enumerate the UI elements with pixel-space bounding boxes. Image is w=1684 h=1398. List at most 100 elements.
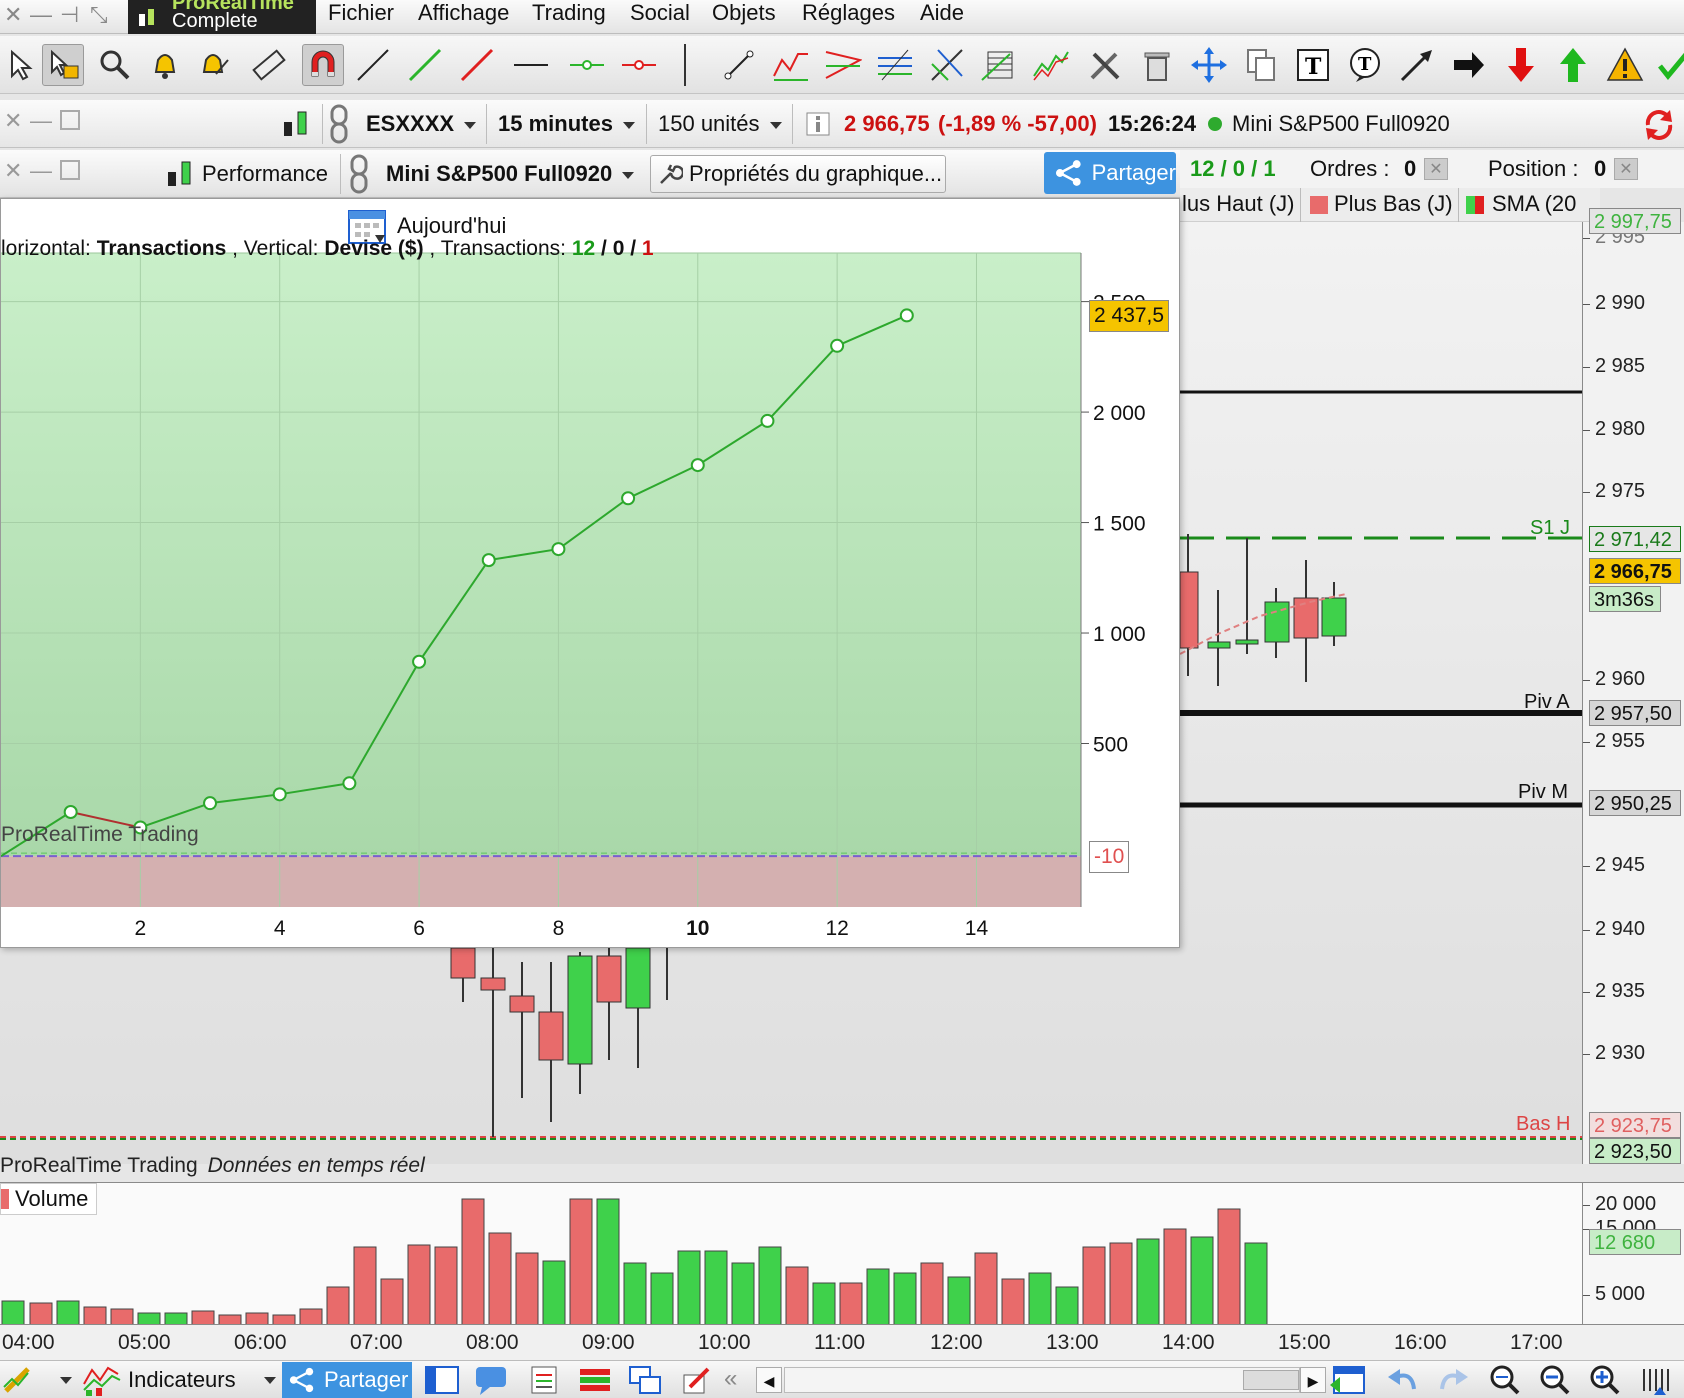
trash-icon[interactable]	[1136, 44, 1178, 86]
performance-window[interactable]: Aujourd'hui 2 5002 0001 5001 000500 2468…	[0, 198, 1180, 948]
arrow-right-icon[interactable]	[1448, 44, 1490, 86]
close-position-icon[interactable]: ✕	[1614, 158, 1638, 180]
volume-bar[interactable]	[704, 1250, 728, 1325]
volume-bar[interactable]	[515, 1252, 539, 1325]
check-icon[interactable]	[1652, 44, 1684, 86]
candle[interactable]	[450, 947, 476, 979]
volume-bar[interactable]	[1109, 1242, 1133, 1325]
volume-bar[interactable]	[974, 1252, 998, 1325]
edit-icon[interactable]	[680, 1365, 712, 1395]
arrow-down-red-icon[interactable]	[1500, 44, 1542, 86]
timeframe-dropdown[interactable]: 15 minutes	[498, 111, 635, 137]
volume-bar[interactable]	[1, 1300, 25, 1325]
collapse-left-icon[interactable]: «	[724, 1365, 737, 1393]
volume-bar[interactable]	[380, 1278, 404, 1325]
alert-bell-icon[interactable]	[144, 44, 186, 86]
volume-bar[interactable]	[1163, 1228, 1187, 1325]
volume-bar[interactable]	[1028, 1272, 1052, 1325]
alert-bell-multi-icon[interactable]	[196, 44, 238, 86]
volume-bar[interactable]	[623, 1262, 647, 1325]
equity-point[interactable]	[412, 654, 427, 669]
candle[interactable]	[480, 977, 506, 991]
chevron-down-icon[interactable]	[264, 1377, 276, 1384]
minimize-icon[interactable]: —	[30, 2, 52, 28]
volume-bar[interactable]	[1217, 1208, 1241, 1325]
move-icon[interactable]	[1188, 44, 1230, 86]
volume-bars[interactable]	[0, 1183, 1582, 1325]
instrument-dropdown[interactable]: Mini S&P500 Full0920	[386, 161, 635, 187]
magnet-icon[interactable]	[302, 44, 344, 86]
trendline-black-icon[interactable]	[352, 44, 394, 86]
horizontal-segment-green-icon[interactable]	[566, 44, 608, 86]
cancel-orders-icon[interactable]: ✕	[1424, 158, 1448, 180]
legend-plus-haut[interactable]: lus Haut (J)	[1182, 191, 1294, 217]
volume-bar[interactable]	[785, 1266, 809, 1325]
pin-icon[interactable]: ⊣	[60, 2, 79, 28]
pencil-icon[interactable]	[2, 1365, 36, 1395]
volume-bar[interactable]	[1001, 1278, 1025, 1325]
candle[interactable]	[567, 955, 593, 1065]
menu-fichier[interactable]: Fichier	[328, 0, 394, 26]
minimize-icon[interactable]: —	[30, 108, 52, 134]
close-icon[interactable]: ✕	[4, 108, 22, 134]
equity-point[interactable]	[272, 787, 287, 802]
candle[interactable]	[596, 955, 622, 1003]
warning-icon[interactable]	[1604, 44, 1646, 86]
equity-point[interactable]	[760, 413, 775, 428]
menu-social[interactable]: Social	[630, 0, 690, 26]
gann-grid-icon[interactable]	[978, 44, 1020, 86]
menu-trading[interactable]: Trading	[532, 0, 606, 26]
candle[interactable]	[538, 1011, 564, 1061]
trendline-red-icon[interactable]	[456, 44, 498, 86]
fibonacci-fan-icon[interactable]	[822, 44, 864, 86]
volume-bar[interactable]	[839, 1282, 863, 1325]
comment-icon[interactable]: T	[1344, 44, 1386, 86]
volume-bar[interactable]	[461, 1198, 485, 1325]
chevron-down-icon[interactable]	[60, 1377, 72, 1384]
equity-point[interactable]	[481, 553, 496, 568]
trendline-green-icon[interactable]	[404, 44, 446, 86]
maximize-icon[interactable]	[60, 160, 80, 180]
today-button[interactable]: Aujourd'hui	[397, 213, 506, 239]
volume-bar[interactable]	[1055, 1286, 1079, 1325]
performance-label[interactable]: Performance	[202, 161, 328, 187]
volume-bar[interactable]	[299, 1308, 323, 1325]
volume-bar[interactable]	[434, 1246, 458, 1325]
link-chain-icon[interactable]	[348, 154, 370, 194]
volume-bar[interactable]	[353, 1246, 377, 1325]
volume-bar[interactable]	[677, 1250, 701, 1325]
sma-line[interactable]	[1179, 593, 1347, 655]
chart-properties-button[interactable]: Propriétés du graphique...	[650, 155, 946, 193]
share-button[interactable]: Partager	[1044, 152, 1176, 194]
calendar-icon[interactable]	[1328, 1363, 1368, 1397]
arrow-line-icon[interactable]	[1396, 44, 1438, 86]
zoom-out-icon[interactable]	[1536, 1363, 1574, 1397]
volume-bar[interactable]	[650, 1272, 674, 1325]
candlestick-chart-icon[interactable]	[280, 108, 314, 142]
zoom-in-icon[interactable]	[1586, 1363, 1624, 1397]
candle[interactable]	[1207, 641, 1231, 649]
volume-bar[interactable]	[812, 1282, 836, 1325]
candle[interactable]	[1235, 639, 1259, 645]
volume-bar[interactable]	[947, 1276, 971, 1325]
candle[interactable]	[1179, 571, 1199, 649]
report-icon[interactable]	[528, 1365, 560, 1395]
candle[interactable]	[1321, 597, 1347, 637]
volume-bar[interactable]	[596, 1198, 620, 1325]
candles-bottom[interactable]	[450, 947, 668, 1137]
candle[interactable]	[1293, 597, 1319, 639]
menu-objets[interactable]: Objets	[712, 0, 776, 26]
magnet-pointer-icon[interactable]	[42, 44, 84, 86]
refresh-icon[interactable]	[1640, 106, 1678, 144]
volume-bar[interactable]	[488, 1232, 512, 1325]
indicators-button[interactable]: Indicateurs	[82, 1363, 236, 1397]
volume-bar[interactable]	[920, 1262, 944, 1325]
units-dropdown[interactable]: 150 unités	[658, 111, 782, 137]
scroll-left-button[interactable]: ◀	[756, 1367, 782, 1393]
volume-bar[interactable]	[1190, 1236, 1214, 1325]
scrollbar-thumb[interactable]	[1243, 1370, 1299, 1390]
legend-sma[interactable]: SMA (20	[1492, 191, 1576, 217]
zoom-fit-icon[interactable]	[1486, 1363, 1524, 1397]
horizontal-segment-red-icon[interactable]	[618, 44, 660, 86]
equity-point[interactable]	[342, 776, 357, 791]
